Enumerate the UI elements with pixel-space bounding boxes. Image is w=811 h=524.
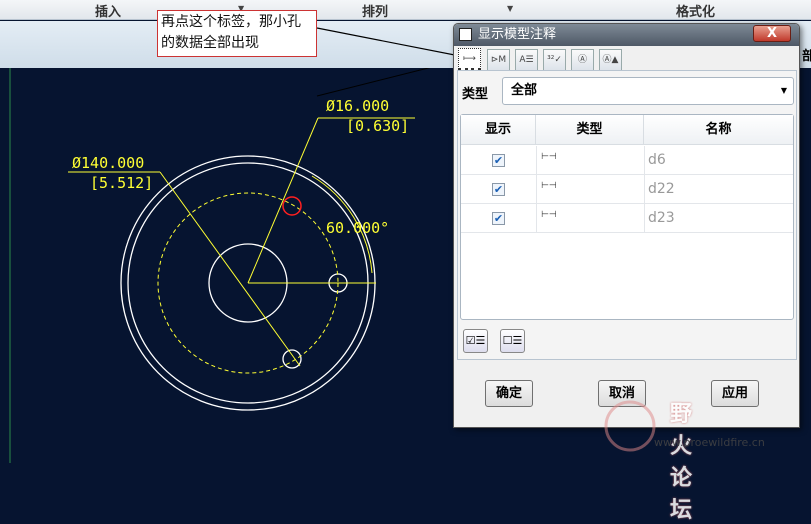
- type-value: 全部: [511, 83, 538, 98]
- chevron-down-icon: ▼: [780, 86, 787, 95]
- dim-diameter-small[interactable]: Ø16.000: [326, 97, 389, 115]
- callout-note: 再点这个标签，那小孔的数据全部出现: [157, 10, 317, 57]
- dialog-titlebar[interactable]: 显示模型注释 X: [454, 24, 799, 46]
- tab-dimensions[interactable]: ⟼: [458, 48, 481, 71]
- ok-button[interactable]: 确定: [485, 380, 533, 407]
- type-select[interactable]: 全部 ▼: [502, 77, 794, 105]
- dim-diameter-small-alt[interactable]: [0.630]: [346, 117, 409, 135]
- show-annotations-dialog: 显示模型注释 X ⟼ ⊳M A☰ ³²✓ Ⓐ Ⓐ▲ 类型 全部 ▼ 显示 类型 名…: [453, 23, 800, 428]
- hole-2: [282, 349, 302, 369]
- dim-angle[interactable]: 60.000°: [326, 219, 389, 237]
- annotation-name: d22: [648, 181, 675, 197]
- apply-button[interactable]: 应用: [711, 380, 759, 407]
- watermark-text: 野火论坛: [670, 402, 693, 523]
- annotation-panel: 类型 全部 ▼ 显示 类型 名称 ✔ ⊢⊣ d6 ✔ ⊢⊣ d22 ✔ ⊢⊣ d2…: [457, 70, 797, 360]
- watermark-logo: [604, 400, 656, 452]
- col-header-type[interactable]: 类型: [536, 115, 644, 145]
- callout-leader: [316, 57, 469, 97]
- dimension-type-icon: ⊢⊣: [541, 181, 557, 191]
- table-row[interactable]: ✔ ⊢⊣ d22: [461, 175, 793, 204]
- tab-symbols[interactable]: Ⓐ: [571, 49, 594, 70]
- deselect-all-icon[interactable]: ☐☰: [500, 329, 525, 353]
- table-row[interactable]: ✔ ⊢⊣ d6: [461, 146, 793, 175]
- tab-notes[interactable]: A☰: [515, 49, 538, 70]
- col-header-name[interactable]: 名称: [644, 115, 793, 145]
- show-checkbox[interactable]: ✔: [492, 154, 505, 167]
- tab-surface-finish[interactable]: ³²✓: [543, 49, 566, 70]
- watermark-url: www.proewildfire.cn: [654, 436, 765, 449]
- tab-datums[interactable]: Ⓐ▲: [599, 49, 622, 70]
- type-label: 类型: [462, 87, 489, 102]
- annotation-name: d6: [648, 152, 666, 168]
- col-header-show[interactable]: 显示: [461, 115, 536, 145]
- annotation-name: d23: [648, 210, 675, 226]
- dialog-title: 显示模型注释: [478, 27, 557, 42]
- dim-diameter-large[interactable]: Ø140.000: [72, 154, 144, 172]
- dialog-app-icon: [459, 28, 472, 41]
- dim-diameter-large-alt[interactable]: [5.512]: [90, 174, 153, 192]
- select-all-icon[interactable]: ☑☰: [463, 329, 488, 353]
- tab-gtol[interactable]: ⊳M: [487, 49, 510, 70]
- close-button[interactable]: X: [753, 25, 791, 42]
- show-checkbox[interactable]: ✔: [492, 212, 505, 225]
- highlighted-hole[interactable]: [282, 196, 302, 216]
- show-checkbox[interactable]: ✔: [492, 183, 505, 196]
- table-row[interactable]: ✔ ⊢⊣ d23: [461, 204, 793, 233]
- annotation-table: 显示 类型 名称 ✔ ⊢⊣ d6 ✔ ⊢⊣ d22 ✔ ⊢⊣ d23: [460, 114, 794, 320]
- dimension-type-icon: ⊢⊣: [541, 152, 557, 162]
- dimension-type-icon: ⊢⊣: [541, 210, 557, 220]
